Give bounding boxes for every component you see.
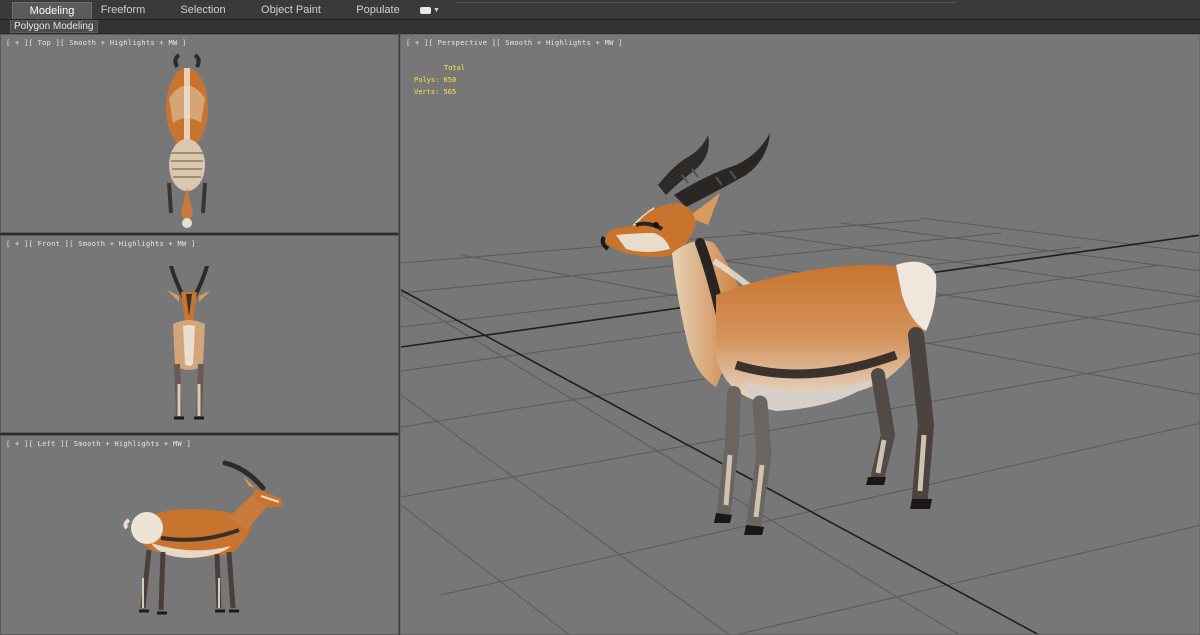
ribbon-panel-bar: Polygon Modeling [0,20,1200,33]
viewport-label-front[interactable]: [ + ][ Front ][ Smooth + Highlights + MW… [6,240,196,248]
ribbon-options-dropdown[interactable]: ▼ [418,2,442,19]
antelope-top-view [166,53,208,228]
chevron-down-icon: ▼ [433,7,440,14]
ribbon-separator [456,2,956,3]
tab-selection[interactable]: Selection [172,2,234,19]
viewport-left[interactable]: [ + ][ Left ][ Smooth + Highlights + MW … [0,435,399,635]
viewport-label-left[interactable]: [ + ][ Left ][ Smooth + Highlights + MW … [6,440,191,448]
tab-object-paint[interactable]: Object Paint [255,2,327,19]
tab-freeform[interactable]: Freeform [92,2,154,19]
polygon-modeling-panel-button[interactable]: Polygon Modeling [10,20,98,33]
ribbon-bar: Modeling Freeform Selection Object Paint… [0,0,1200,20]
tab-modeling[interactable]: Modeling [12,2,92,19]
ribbon-toggle-icon [420,7,432,14]
viewport-front[interactable]: [ + ][ Front ][ Smooth + Highlights + MW… [0,235,399,433]
antelope-front-view [167,266,211,420]
viewport-perspective[interactable]: [ + ][ Perspective ][ Smooth + Highlight… [400,34,1200,635]
antelope-side-view [123,460,283,615]
viewport-label-top[interactable]: [ + ][ Top ][ Smooth + Highlights + MW ] [6,39,187,47]
viewport-top[interactable]: [ + ][ Top ][ Smooth + Highlights + MW ] [0,34,399,233]
antelope-perspective-model [600,133,937,535]
tab-populate[interactable]: Populate [350,2,406,19]
